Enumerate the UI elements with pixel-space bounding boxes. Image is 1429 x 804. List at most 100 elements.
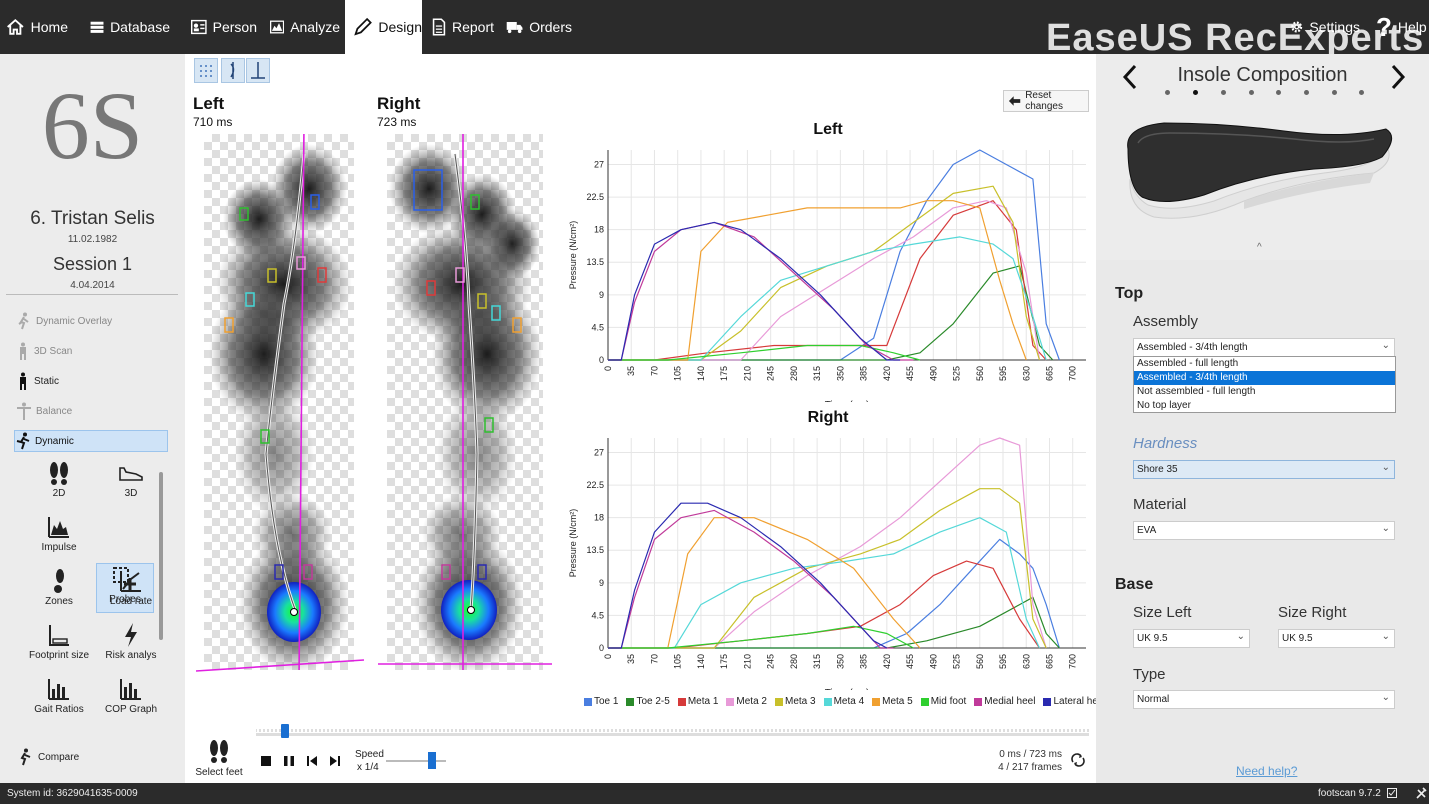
nav-database[interactable]: Database xyxy=(90,0,170,54)
type-select[interactable]: Normal ⌄ xyxy=(1133,690,1395,709)
x-tick-label: 70 xyxy=(649,654,659,664)
foot-axis-toggle[interactable] xyxy=(221,58,245,83)
size-left-select[interactable]: UK 9.5 ⌄ xyxy=(1133,629,1250,648)
loop-button[interactable] xyxy=(1070,752,1086,768)
speed-slider[interactable] xyxy=(386,752,446,769)
tool-risk-analysis[interactable]: Risk analys xyxy=(102,620,160,670)
insole-panel: Insole Composition ^ Top Assembly Assemb… xyxy=(1096,54,1429,783)
orders-truck-icon xyxy=(506,21,523,34)
assembly-label: Assembly xyxy=(1133,313,1199,330)
tool-impulse[interactable]: Impulse xyxy=(30,512,88,562)
page-dot[interactable] xyxy=(1332,90,1337,95)
home-icon xyxy=(7,18,24,35)
page-dot[interactable] xyxy=(1249,90,1254,95)
nav-design[interactable]: Design xyxy=(345,0,422,54)
assembly-option[interactable]: No top layer xyxy=(1134,399,1395,413)
x-tick-label: 455 xyxy=(905,366,915,381)
y-tick-label: 13.5 xyxy=(586,257,604,267)
material-select[interactable]: EVA ⌄ xyxy=(1133,521,1395,540)
size-right-select[interactable]: UK 9.5 ⌄ xyxy=(1278,629,1395,648)
x-tick-label: 630 xyxy=(1021,366,1031,381)
menu-dynamic-overlay[interactable]: Dynamic Overlay xyxy=(16,310,112,332)
collapse-caret[interactable]: ^ xyxy=(1257,242,1262,253)
checkbox-icon[interactable] xyxy=(1387,788,1397,798)
x-tick-label: 280 xyxy=(789,366,799,381)
y-tick-label: 0 xyxy=(599,643,604,653)
nav-orders[interactable]: Orders xyxy=(506,0,572,54)
reset-changes-button[interactable]: Reset changes xyxy=(1003,90,1089,112)
shoe-size-display: 6S xyxy=(41,72,144,179)
page-dot[interactable] xyxy=(1165,90,1170,95)
baseline-toggle[interactable] xyxy=(246,58,270,83)
next-arrow-button[interactable] xyxy=(1388,62,1408,92)
speed-slider-thumb[interactable] xyxy=(428,752,436,769)
x-tick-label: 0 xyxy=(603,366,613,371)
type-selected-value: Normal xyxy=(1137,694,1170,705)
assembly-select[interactable]: Assembled - 3/4th length ⌄ xyxy=(1133,338,1395,357)
tool-cop-graph[interactable]: COP Graph xyxy=(102,674,160,724)
grid-view-toggle[interactable] xyxy=(194,58,218,83)
tool-3d[interactable]: 3D xyxy=(102,458,160,508)
tool-gait-ratios[interactable]: Gait Ratios xyxy=(30,674,88,724)
menu-compare[interactable]: Compare xyxy=(18,746,79,768)
series-line-mid-foot xyxy=(608,625,914,649)
tool-zones[interactable]: Zones xyxy=(30,566,88,616)
stop-button[interactable] xyxy=(259,754,273,768)
page-dot[interactable] xyxy=(1276,90,1281,95)
assembly-option[interactable]: Not assembled - full length xyxy=(1134,385,1395,399)
tool-footprint-size[interactable]: Footprint size xyxy=(26,620,92,670)
patient-name: 6. Tristan Selis xyxy=(30,208,155,229)
bar-chart-icon xyxy=(120,679,141,700)
previous-arrow-button[interactable] xyxy=(1120,62,1140,92)
menu-3d-scan[interactable]: 3D Scan xyxy=(16,340,72,362)
tools-icon[interactable] xyxy=(1416,787,1427,799)
chevron-down-icon: ⌄ xyxy=(1381,631,1390,642)
nav-analyze[interactable]: Analyze xyxy=(270,0,340,54)
nav-person[interactable]: Person xyxy=(191,0,257,54)
nav-database-label: Database xyxy=(110,19,170,35)
assembly-option[interactable]: Assembled - full length xyxy=(1134,357,1395,371)
x-tick-label: 245 xyxy=(766,366,776,381)
previous-frame-button[interactable] xyxy=(305,754,319,768)
nav-home[interactable]: Home xyxy=(6,0,68,54)
nav-report[interactable]: Report xyxy=(432,0,494,54)
menu-balance[interactable]: Balance xyxy=(16,400,72,422)
menu-dynamic[interactable]: Dynamic xyxy=(14,430,168,452)
nav-settings[interactable]: Settings xyxy=(1290,0,1360,54)
next-frame-button[interactable] xyxy=(328,754,342,768)
tool-load-rate[interactable]: Load rate xyxy=(102,566,160,616)
right-foot-pressure-map[interactable] xyxy=(387,134,543,670)
pause-button[interactable] xyxy=(282,754,296,768)
nav-orders-label: Orders xyxy=(529,19,572,35)
page-dot[interactable] xyxy=(1221,90,1226,95)
page-dot[interactable] xyxy=(1304,90,1309,95)
y-tick-label: 18 xyxy=(594,225,604,235)
chevron-down-icon: ⌄ xyxy=(1381,692,1390,703)
timeline-track[interactable] xyxy=(256,724,1089,738)
legend-swatch xyxy=(726,697,735,706)
need-help-link[interactable]: Need help? xyxy=(1236,764,1297,778)
x-tick-label: 385 xyxy=(859,654,869,669)
tool-2d[interactable]: 2D xyxy=(30,458,88,508)
select-feet-button[interactable]: Select feet xyxy=(193,738,245,780)
x-tick-label: 490 xyxy=(928,366,938,381)
tools-scrollbar[interactable] xyxy=(159,472,163,640)
hardness-label: Hardness xyxy=(1133,435,1198,452)
skip-forward-icon xyxy=(330,756,340,766)
hardness-select[interactable]: Shore 35 ⌄ xyxy=(1133,460,1395,479)
x-axis-label: Time (ms) xyxy=(825,688,870,690)
nav-help[interactable]: ? Help xyxy=(1376,0,1427,54)
y-tick-label: 9 xyxy=(599,578,604,588)
menu-static[interactable]: Static xyxy=(16,370,59,392)
page-dot-active[interactable] xyxy=(1193,90,1198,95)
left-foot-pressure-map[interactable] xyxy=(204,134,354,670)
tool-cop-graph-label: COP Graph xyxy=(104,704,158,715)
timeline-thumb[interactable] xyxy=(280,724,289,738)
ruler-icon xyxy=(49,625,69,646)
series-line-meta-4 xyxy=(608,236,1047,361)
assembly-option-selected[interactable]: Assembled - 3/4th length xyxy=(1134,371,1395,385)
timeline-ticks xyxy=(256,729,1089,732)
page-dot[interactable] xyxy=(1359,90,1364,95)
nav-help-label: Help xyxy=(1397,19,1427,35)
patient-sidebar: 6S 6. Tristan Selis 11.02.1982 Session 1… xyxy=(0,54,185,783)
